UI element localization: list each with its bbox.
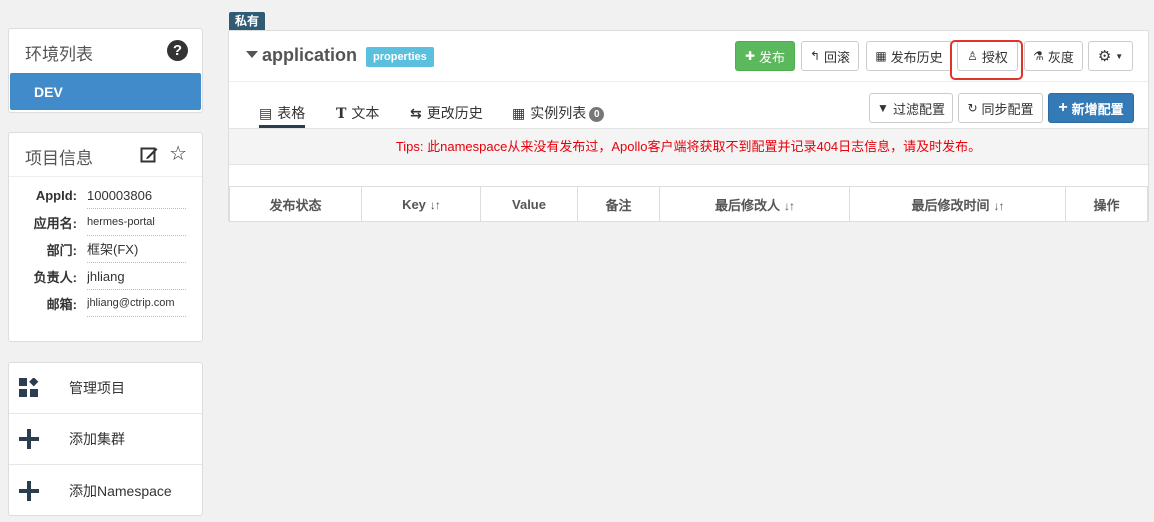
filter-config-label: 过滤配置 <box>892 101 945 117</box>
manage-project-button[interactable]: 管理项目 <box>9 363 202 414</box>
release-history-label: 发布历史 <box>890 49 943 65</box>
info-value: jhliang <box>87 263 186 290</box>
col-modifier[interactable]: 最后修改人 ↓↑ <box>659 186 850 222</box>
flask-icon: ⚗ <box>1033 49 1044 63</box>
env-item-dev[interactable]: DEV <box>10 73 201 110</box>
view-tabs: ▤ 表格 T 文本 ⇆ 更改历史 ▦ 实例列表 0 ▼ 过滤配置 ↻ 同步配置 + 新增配置 <box>229 93 1148 129</box>
unpublished-tips: Tips: 此namespace从来没有发布过，Apollo客户端将获取不到配置… <box>229 128 1148 165</box>
tab-label: 实例列表 <box>530 105 587 121</box>
add-config-button[interactable]: + 新增配置 <box>1048 93 1134 123</box>
col-operation: 操作 <box>1065 186 1148 222</box>
table-header-row: 发布状态 Key ↓↑ Value 备注 最后修改人 ↓↑ 最后修改时间 ↓↑ 操作 <box>229 186 1148 222</box>
edit-icon[interactable] <box>140 146 158 164</box>
env-list-panel: 环境列表 ? DEV <box>8 28 203 113</box>
help-icon[interactable]: ? <box>167 40 188 61</box>
project-info-title: 项目信息 <box>25 149 93 168</box>
sort-icon: ↓↑ <box>784 198 795 213</box>
info-row-appid: AppId: 100003806 <box>9 182 202 209</box>
namespace-panel: application properties ✚ 发布 ↰ 回滚 ▦ 发布历史 ♙ 授权… <box>228 30 1149 222</box>
col-value: Value <box>480 186 578 222</box>
project-info-body: AppId: 100003806 应用名: hermes-portal 部门: … <box>9 177 202 317</box>
info-row-appname: 应用名: hermes-portal <box>9 209 202 236</box>
release-history-button[interactable]: ▦ 发布历史 <box>866 41 952 71</box>
info-row-email: 邮箱: jhliang@ctrip.com <box>9 290 202 317</box>
project-info-panel: 项目信息 ☆ AppId: 100003806 应用名: hermes-port… <box>8 132 203 342</box>
grant-highlight-box <box>950 40 1023 80</box>
action-label: 管理项目 <box>69 380 125 396</box>
env-list-header: 环境列表 ? <box>9 29 202 73</box>
info-value: hermes-portal <box>87 209 186 236</box>
info-label: AppId: <box>35 188 77 203</box>
instance-count-badge: 0 <box>589 107 605 122</box>
col-key[interactable]: Key ↓↑ <box>361 186 481 222</box>
private-tag: 私有 <box>229 12 266 30</box>
star-icon[interactable]: ☆ <box>169 144 187 164</box>
history-icon: ⇆ <box>410 105 422 121</box>
calendar-icon: ▦ <box>875 49 887 63</box>
add-cluster-button[interactable]: 添加集群 <box>9 414 202 465</box>
namespace-header: application properties ✚ 发布 ↰ 回滚 ▦ 发布历史 ♙ 授权… <box>229 31 1148 82</box>
info-value: jhliang@ctrip.com <box>87 290 186 317</box>
chevron-down-icon: ▼ <box>1115 51 1124 61</box>
publish-button[interactable]: ✚ 发布 <box>735 41 795 71</box>
env-list-title: 环境列表 <box>25 45 93 64</box>
col-modified-time-label: 最后修改时间 <box>911 197 990 213</box>
info-label: 负责人: <box>33 270 77 285</box>
sort-icon: ↓↑ <box>429 197 441 212</box>
info-row-owner: 负责人: jhliang <box>9 263 202 290</box>
plus-icon <box>19 429 39 449</box>
action-label: 添加Namespace <box>69 482 172 499</box>
sort-icon: ↓↑ <box>993 198 1005 213</box>
tab-instances[interactable]: ▦ 实例列表 0 <box>512 93 605 127</box>
info-value: 框架(FX) <box>87 236 186 263</box>
tab-label: 表格 <box>277 105 306 121</box>
project-info-header: 项目信息 ☆ <box>9 133 202 177</box>
filter-config-button[interactable]: ▼ 过滤配置 <box>869 93 953 123</box>
grid-icon <box>19 378 39 397</box>
config-table: 发布状态 Key ↓↑ Value 备注 最后修改人 ↓↑ 最后修改时间 ↓↑ 操作 <box>229 186 1148 222</box>
publish-icon: ✚ <box>744 49 756 63</box>
gray-release-button[interactable]: ⚗ 灰度 <box>1024 41 1083 71</box>
publish-label: 发布 <box>759 49 786 65</box>
settings-dropdown-button[interactable]: ⚙ ▼ <box>1088 41 1133 71</box>
col-modifier-label: 最后修改人 <box>714 197 780 213</box>
project-actions-panel: 管理项目 添加集群 添加Namespace <box>8 362 203 516</box>
gray-release-label: 灰度 <box>1047 49 1074 65</box>
plus-icon <box>19 480 39 501</box>
tab-label: 更改历史 <box>426 105 483 121</box>
sync-config-label: 同步配置 <box>981 101 1034 117</box>
sync-icon: ↻ <box>967 101 978 115</box>
col-key-label: Key <box>402 196 426 212</box>
info-label: 应用名: <box>33 216 77 231</box>
sync-config-button[interactable]: ↻ 同步配置 <box>958 93 1043 123</box>
namespace-name: application <box>262 45 358 65</box>
rollback-icon: ↰ <box>809 49 821 63</box>
col-comment: 备注 <box>577 186 660 222</box>
tab-label: 文本 <box>351 105 380 121</box>
tab-table[interactable]: ▤ 表格 <box>259 93 306 128</box>
tab-text[interactable]: T 文本 <box>336 93 379 127</box>
filter-icon: ▼ <box>877 101 889 115</box>
plus-icon: + <box>1058 99 1068 116</box>
gear-icon: ⚙ <box>1097 48 1112 65</box>
col-modified-time[interactable]: 最后修改时间 ↓↑ <box>849 186 1066 222</box>
rollback-button[interactable]: ↰ 回滚 <box>801 41 859 71</box>
action-label: 添加集群 <box>69 431 125 447</box>
info-label: 邮箱: <box>46 297 77 312</box>
info-row-department: 部门: 框架(FX) <box>9 236 202 263</box>
rollback-label: 回滚 <box>824 49 851 65</box>
table-icon: ▤ <box>259 105 273 121</box>
add-namespace-button[interactable]: 添加Namespace <box>9 465 202 516</box>
text-icon: T <box>336 106 347 122</box>
tab-change-history[interactable]: ⇆ 更改历史 <box>410 93 483 127</box>
add-config-label: 新增配置 <box>1071 101 1124 117</box>
collapse-caret-icon[interactable] <box>246 51 258 58</box>
info-label: 部门: <box>46 243 77 258</box>
instances-icon: ▦ <box>512 105 526 121</box>
col-release-status: 发布状态 <box>229 186 362 222</box>
info-value: 100003806 <box>87 182 186 209</box>
namespace-format-badge: properties <box>366 47 434 67</box>
